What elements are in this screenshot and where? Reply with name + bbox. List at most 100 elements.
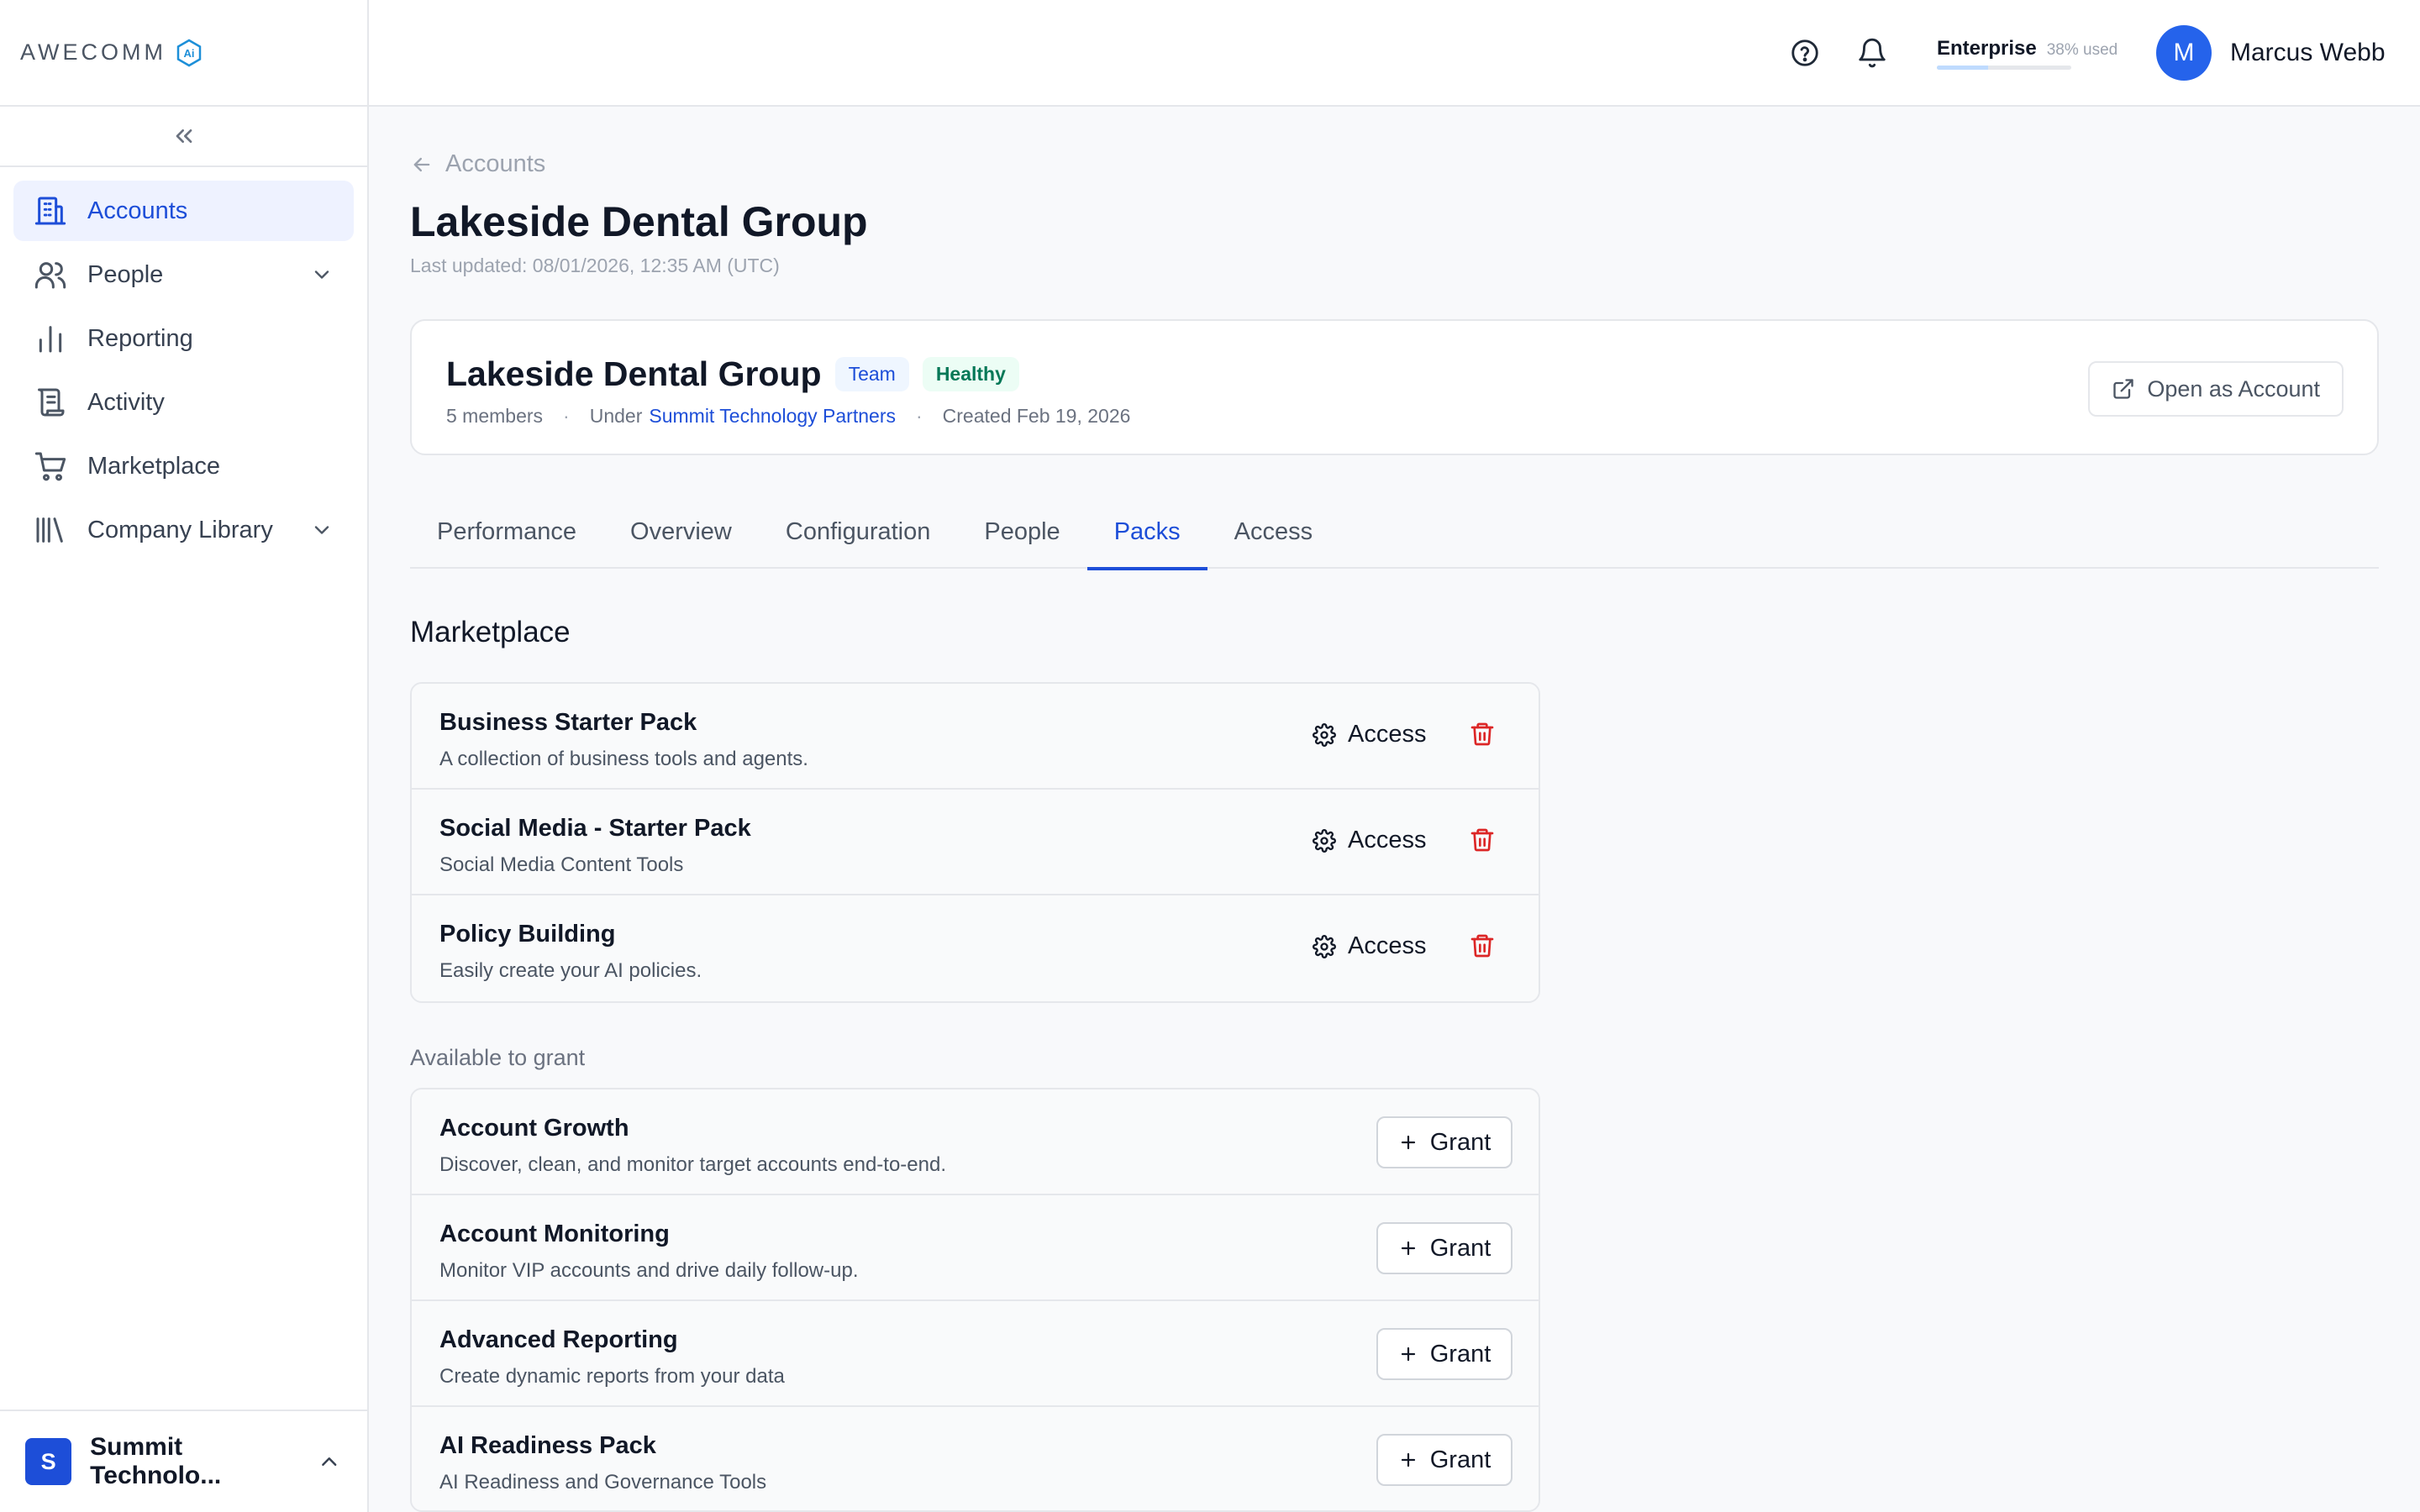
pack-access-button[interactable]: Access	[1313, 932, 1426, 960]
list-item: Social Media - Starter Pack Social Media…	[412, 790, 1539, 895]
grant-button[interactable]: Grant	[1376, 1328, 1512, 1380]
open-as-account-label: Open as Account	[2147, 375, 2320, 402]
parent-account-link[interactable]: Summit Technology Partners	[649, 405, 896, 428]
summary-title-row: Lakeside Dental Group Team Healthy	[446, 354, 1019, 394]
pack-description: Social Media Content Tools	[439, 853, 684, 876]
gear-icon	[1313, 722, 1336, 747]
plus-icon	[1401, 1347, 1415, 1362]
chevron-down-icon	[314, 270, 329, 279]
chevron-down-icon	[314, 526, 329, 534]
list-item: Account Monitoring Monitor VIP accounts …	[412, 1195, 1539, 1301]
access-label: Access	[1348, 932, 1427, 959]
chevron-up-icon	[322, 1457, 337, 1466]
topbar: Enterprise 38% used M Marcus Webb	[369, 0, 2420, 107]
user-menu[interactable]: M Marcus Webb	[2156, 25, 2386, 81]
separator: ·	[563, 405, 570, 427]
org-name: Summit Technolo...	[90, 1433, 222, 1489]
available-section-title: Available to grant	[410, 1045, 586, 1070]
org-switcher[interactable]: S Summit Technolo...	[0, 1410, 367, 1512]
pack-title: Business Starter Pack	[439, 709, 697, 736]
grant-button[interactable]: Grant	[1376, 1222, 1512, 1274]
pack-title: Account Growth	[439, 1115, 629, 1142]
grant-label: Grant	[1429, 1446, 1491, 1473]
chevrons-left-icon	[176, 129, 192, 143]
pack-title: Policy Building	[439, 921, 616, 948]
pack-access-button[interactable]: Access	[1313, 721, 1426, 748]
tab-performance[interactable]: Performance	[410, 495, 603, 569]
plan-usage-fill	[1937, 66, 1988, 70]
plus-icon	[1401, 1241, 1415, 1256]
building-icon	[34, 197, 66, 225]
sidebar-item-marketplace[interactable]: Marketplace	[13, 436, 354, 496]
org-avatar: S	[25, 1438, 72, 1485]
account-tabs: Performance Overview Configuration Peopl…	[410, 495, 2379, 570]
trash-icon[interactable]	[1469, 827, 1496, 853]
bar-chart-icon	[39, 326, 62, 353]
pack-access-button[interactable]: Access	[1313, 827, 1426, 854]
breadcrumb[interactable]: Accounts	[410, 150, 545, 178]
sidebar-item-label: Activity	[87, 388, 165, 416]
grant-button[interactable]: Grant	[1376, 1116, 1512, 1168]
last-updated: Last updated: 08/01/2026, 12:35 AM (UTC)	[410, 255, 780, 276]
tab-people[interactable]: People	[957, 495, 1086, 569]
pack-title: Advanced Reporting	[439, 1326, 678, 1353]
bell-icon[interactable]	[1856, 37, 1888, 69]
status-badge: Healthy	[922, 357, 1019, 391]
tab-overview[interactable]: Overview	[603, 495, 759, 569]
sidebar-item-label: Accounts	[87, 197, 188, 224]
page-title: Lakeside Dental Group	[410, 198, 868, 245]
list-item: AI Readiness Pack AI Readiness and Gover…	[412, 1407, 1539, 1510]
external-link-icon	[2113, 379, 2134, 399]
plan-usage[interactable]: Enterprise 38% used	[1937, 37, 2118, 70]
pack-title: Social Media - Starter Pack	[439, 815, 751, 842]
sidebar-item-activity[interactable]: Activity	[13, 372, 354, 433]
plus-icon	[1401, 1452, 1415, 1467]
logo[interactable]: AWECOMM Ai	[0, 0, 367, 107]
grant-label: Grant	[1429, 1340, 1491, 1368]
tab-access[interactable]: Access	[1207, 495, 1339, 569]
scroll-icon	[38, 388, 65, 417]
trash-icon[interactable]	[1469, 721, 1496, 748]
pack-title: AI Readiness Pack	[439, 1432, 656, 1459]
ai-badge-icon: Ai	[176, 39, 202, 66]
pack-description: Discover, clean, and monitor target acco…	[439, 1153, 946, 1176]
avatar: M	[2156, 25, 2212, 81]
user-name: Marcus Webb	[2230, 39, 2386, 66]
tab-configuration[interactable]: Configuration	[759, 495, 958, 569]
grant-label: Grant	[1429, 1234, 1491, 1262]
breadcrumb-label: Accounts	[445, 150, 546, 177]
sidebar-item-people[interactable]: People	[13, 244, 354, 305]
sidebar: AWECOMM Ai Accounts People Reporting Act…	[0, 0, 369, 1512]
sidebar-item-reporting[interactable]: Reporting	[13, 308, 354, 369]
library-icon	[36, 517, 63, 543]
ai-badge-text: Ai	[183, 47, 194, 60]
main-content: Accounts Lakeside Dental Group Last upda…	[410, 107, 2379, 1512]
grant-button[interactable]: Grant	[1376, 1434, 1512, 1486]
logo-text: AWECOMM	[20, 39, 166, 65]
pack-description: A collection of business tools and agent…	[439, 748, 808, 770]
list-item: Advanced Reporting Create dynamic report…	[412, 1301, 1539, 1407]
sidebar-item-company-library[interactable]: Company Library	[13, 500, 354, 560]
sidebar-item-accounts[interactable]: Accounts	[13, 181, 354, 241]
grant-label: Grant	[1429, 1128, 1491, 1156]
collapse-sidebar-button[interactable]	[0, 107, 367, 167]
help-icon[interactable]	[1789, 37, 1821, 69]
trash-icon[interactable]	[1469, 932, 1496, 959]
plan-usage-text: 38% used	[2046, 41, 2118, 59]
member-count: 5 members	[446, 405, 544, 427]
separator: ·	[915, 405, 923, 427]
sidebar-item-label: Company Library	[87, 516, 273, 543]
gear-icon	[1313, 934, 1336, 958]
list-item: Business Starter Pack A collection of bu…	[412, 684, 1539, 790]
open-as-account-button[interactable]: Open as Account	[2088, 361, 2344, 417]
arrow-left-icon	[413, 157, 430, 171]
tab-packs[interactable]: Packs	[1086, 495, 1207, 570]
plus-icon	[1401, 1135, 1415, 1150]
pack-description: AI Readiness and Governance Tools	[439, 1471, 767, 1494]
account-name: Lakeside Dental Group	[446, 354, 822, 393]
plan-name: Enterprise	[1937, 37, 2037, 60]
gear-icon	[1313, 828, 1336, 853]
account-meta: 5 members · Under Summit Technology Part…	[446, 405, 1130, 428]
account-summary-card: Lakeside Dental Group Team Healthy 5 mem…	[410, 319, 2379, 455]
sidebar-item-label: Marketplace	[87, 452, 220, 480]
